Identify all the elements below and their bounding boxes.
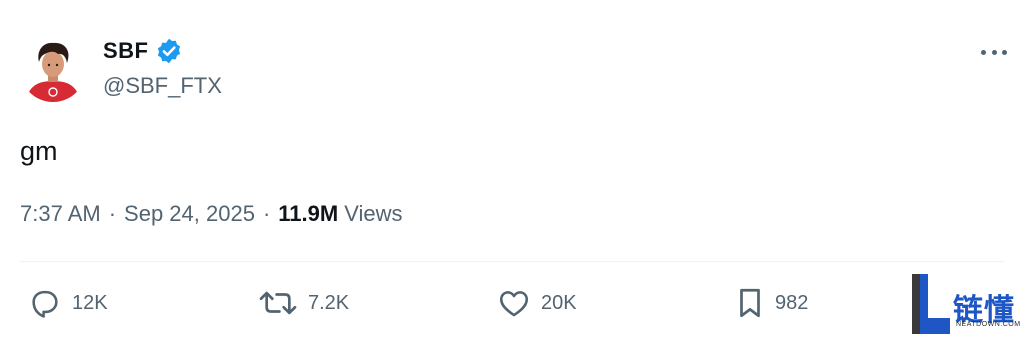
- reply-count: 12K: [72, 291, 108, 314]
- divider: [20, 261, 1005, 262]
- bookmark-button[interactable]: 982: [735, 283, 808, 323]
- more-horizontal-icon: [991, 49, 997, 55]
- repost-icon: [259, 291, 297, 315]
- reply-button[interactable]: 12K: [28, 283, 108, 323]
- author-handle[interactable]: @SBF_FTX: [103, 73, 222, 99]
- like-button[interactable]: 20K: [497, 283, 577, 323]
- heart-icon: [499, 291, 529, 317]
- like-count: 20K: [541, 291, 577, 314]
- watermark-subtitle: NEATDOWN.COM: [956, 321, 1021, 328]
- repost-count: 7.2K: [308, 291, 350, 314]
- views-label[interactable]: Views: [344, 201, 402, 227]
- more-options-button[interactable]: [979, 40, 1009, 64]
- reply-icon: [32, 290, 58, 318]
- repost-button[interactable]: 7.2K: [258, 283, 349, 323]
- tweet-text: gm: [20, 136, 58, 166]
- author-name-row[interactable]: SBF: [103, 36, 183, 66]
- meta-separator: ·: [262, 201, 271, 226]
- bookmark-count: 982: [775, 291, 809, 314]
- avatar-person-icon: [20, 36, 86, 102]
- bookmark-icon: [740, 288, 760, 318]
- views-count[interactable]: 11.9M: [278, 201, 338, 227]
- more-horizontal-icon: [981, 49, 986, 55]
- more-horizontal-icon: [1002, 49, 1007, 55]
- author-display-name[interactable]: SBF: [103, 38, 149, 64]
- tweet-meta: 7:37 AM · Sep 24, 2025 · 11.9M Views: [20, 201, 403, 227]
- tweet-time[interactable]: 7:37 AM: [20, 201, 101, 227]
- meta-separator: ·: [108, 201, 117, 226]
- tweet-date[interactable]: Sep 24, 2025: [124, 201, 255, 227]
- avatar[interactable]: [20, 36, 86, 102]
- verified-badge-icon[interactable]: [155, 37, 183, 65]
